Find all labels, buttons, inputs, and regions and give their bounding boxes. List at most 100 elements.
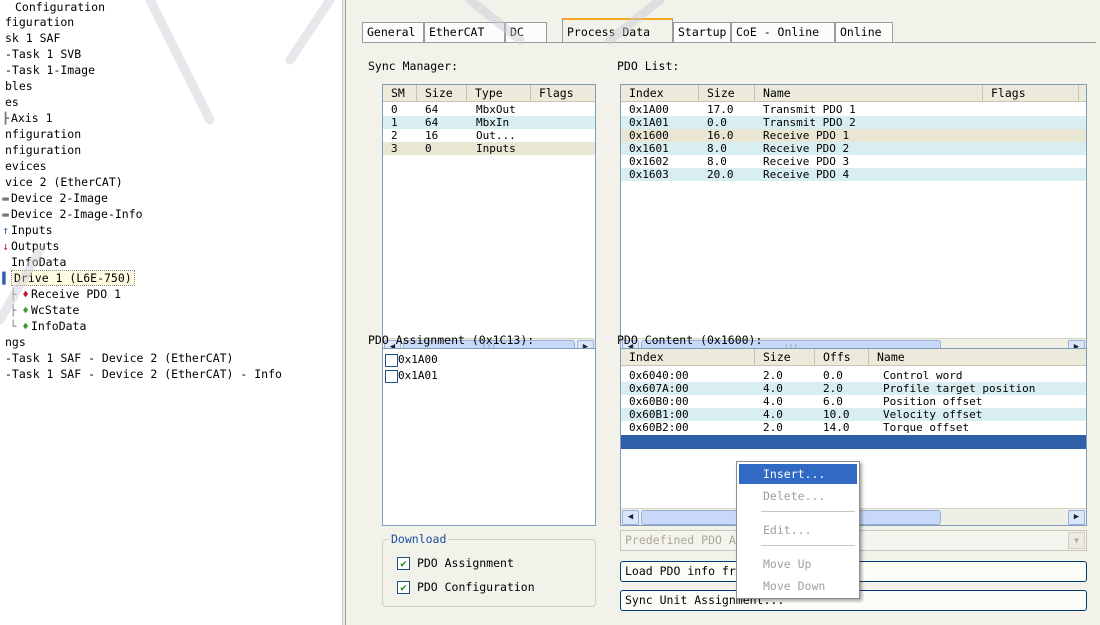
pdo-content-label: PDO Content (0x1600): xyxy=(617,333,763,347)
tree-item[interactable]: Configuration xyxy=(4,0,105,15)
table-row[interactable]: 0x60B0:00 4.0 6.0 Position offset xyxy=(621,395,1086,408)
tree-item[interactable]: -Task 1 SVB xyxy=(0,47,81,62)
pdo-assignment-label: PDO Assignment (0x1C13): xyxy=(368,333,535,347)
tree-item[interactable]: bles xyxy=(0,79,33,94)
table-row[interactable]: 0x1A00 17.0 Transmit PDO 1 xyxy=(621,103,1086,116)
col-size[interactable]: Size xyxy=(417,85,467,102)
checkbox-checked[interactable]: ✔ xyxy=(397,557,410,570)
tree-item[interactable]: figuration xyxy=(0,15,74,30)
device-properties-panel: General EtherCAT DC Process Data Startup… xyxy=(345,0,1100,625)
tree-item[interactable]: evices xyxy=(0,159,47,174)
col-name[interactable]: Name xyxy=(755,85,983,102)
menu-item-delete[interactable]: Delete... xyxy=(739,486,857,506)
col-sm[interactable]: SM xyxy=(383,85,417,102)
drive-icon: ▌ xyxy=(2,272,9,285)
pdo-list-header: Index Size Name Flags xyxy=(621,85,1086,102)
tab-general[interactable]: General xyxy=(362,22,424,42)
axis-icon: ┣ xyxy=(2,112,9,125)
tree-item[interactable]: nfiguration xyxy=(0,143,81,158)
tree-item[interactable]: es xyxy=(0,95,19,110)
tab-online[interactable]: Online xyxy=(835,22,893,42)
col-size[interactable]: Size xyxy=(699,85,755,102)
tree-item[interactable]: -Task 1 SAF - Device 2 (EtherCAT) - Info xyxy=(0,367,282,382)
tree-item[interactable]: InfoData xyxy=(0,255,66,270)
sync-manager-header: SM Size Type Flags xyxy=(383,85,595,102)
image-icon: ▬ xyxy=(2,192,9,205)
pdo-content-header: Index Size Offs Name xyxy=(621,349,1086,366)
table-row[interactable]: 0x607A:00 4.0 2.0 Profile target position xyxy=(621,382,1086,395)
tree-item[interactable]: ├ ♦ WcState xyxy=(6,303,80,318)
scroll-left-icon[interactable]: ◀ xyxy=(622,510,639,525)
col-size[interactable]: Size xyxy=(755,349,815,366)
chevron-down-icon[interactable]: ▼ xyxy=(1068,532,1085,549)
table-row[interactable]: 0x1A01 0.0 Transmit PDO 2 xyxy=(621,116,1086,129)
menu-item-insert[interactable]: Insert... xyxy=(739,464,857,484)
pdo-assignment-item[interactable]: 0x1A00 xyxy=(385,353,438,367)
tree-item-selected[interactable]: ▌ Drive 1 (L6E-750) xyxy=(0,270,135,286)
table-row[interactable]: 0x6040:00 2.0 0.0 Control word xyxy=(621,369,1086,382)
pdo-assignment-item[interactable]: 0x1A01 xyxy=(385,369,438,383)
tree-item[interactable]: ↓ Outputs xyxy=(0,239,59,254)
col-flags[interactable]: Flags xyxy=(983,85,1079,102)
table-row[interactable]: 0x1601 8.0 Receive PDO 2 xyxy=(621,142,1086,155)
col-index[interactable]: Index xyxy=(621,349,755,366)
tree-item[interactable]: -Task 1 SAF - Device 2 (EtherCAT) xyxy=(0,351,233,366)
checkbox[interactable] xyxy=(385,353,398,367)
col-index[interactable]: Index xyxy=(621,85,699,102)
tree-item[interactable]: ┣ Axis 1 xyxy=(0,111,52,126)
tree-item[interactable]: nfiguration xyxy=(0,127,81,142)
col-flags[interactable]: Flags xyxy=(531,85,595,102)
pdo-configuration-option[interactable]: ✔ PDO Configuration xyxy=(397,580,535,594)
tree-item[interactable]: ↑ Inputs xyxy=(0,223,52,238)
table-row[interactable]: 2 16 Out... xyxy=(383,129,595,142)
tab-coe-online[interactable]: CoE - Online xyxy=(731,22,835,42)
table-row[interactable]: 0x1602 8.0 Receive PDO 3 xyxy=(621,155,1086,168)
sync-manager-list[interactable]: SM Size Type Flags 0 64 MbxOut 1 64 MbxIn 21… xyxy=(382,84,596,356)
pdo-assignment-list[interactable]: 0x1A00 0x1A01 xyxy=(382,348,596,526)
tree-item[interactable]: -Task 1-Image xyxy=(0,63,95,78)
download-group-title: Download xyxy=(389,532,449,546)
tab-startup[interactable]: Startup xyxy=(673,22,731,42)
inputs-icon: ↑ xyxy=(2,224,9,237)
tree-item[interactable]: └ ♦ InfoData xyxy=(6,319,87,334)
image-icon: ▬ xyxy=(2,208,9,221)
tree-item[interactable]: sk 1 SAF xyxy=(0,31,60,46)
solution-tree[interactable]: Configuration figuration sk 1 SAF -Task … xyxy=(0,0,342,625)
menu-separator xyxy=(761,511,855,512)
col-offs[interactable]: Offs xyxy=(815,349,869,366)
col-name[interactable]: Name xyxy=(869,349,1086,366)
table-row[interactable]: 0x60B1:00 4.0 10.0 Velocity offset xyxy=(621,408,1086,421)
tree-item[interactable]: ngs xyxy=(0,335,26,350)
table-row[interactable]: 0x60B2:00 2.0 14.0 Torque offset xyxy=(621,421,1086,434)
info-icon: ♦ xyxy=(22,320,29,333)
table-row[interactable]: 0x1603 20.0 Receive PDO 4 xyxy=(621,168,1086,181)
table-row[interactable]: 0 64 MbxOut xyxy=(383,103,595,116)
tree-item[interactable]: ▬ Device 2-Image xyxy=(0,191,108,206)
scroll-right-icon[interactable]: ▶ xyxy=(1068,510,1085,525)
menu-item-move-up[interactable]: Move Up xyxy=(739,554,857,574)
wcstate-icon: ♦ xyxy=(22,304,29,317)
menu-item-move-down[interactable]: Move Down xyxy=(739,576,857,596)
pdo-assignment-option[interactable]: ✔ PDO Assignment xyxy=(397,556,514,570)
tree-connector-icon: ├ xyxy=(9,288,17,301)
tab-ethercat[interactable]: EtherCAT xyxy=(424,22,505,42)
tree-item[interactable]: vice 2 (EtherCAT) xyxy=(0,175,123,190)
table-row-selected[interactable]: 3 0 Inputs xyxy=(383,142,595,155)
tree-item[interactable]: ▬ Device 2-Image-Info xyxy=(0,207,142,222)
tree-item[interactable]: ├ ♦ Receive PDO 1 xyxy=(6,287,121,302)
table-row[interactable]: 1 64 MbxIn xyxy=(383,116,595,129)
sync-manager-label: Sync Manager: xyxy=(368,59,459,73)
process-data-tab-body: Sync Manager: SM Size Type Flags 0 64 MbxO… xyxy=(362,42,1096,625)
pdo-list[interactable]: Index Size Name Flags 0x1A00 17.0 Transmit… xyxy=(620,84,1087,356)
menu-separator xyxy=(761,545,855,546)
tree-connector-icon: └ xyxy=(9,320,17,333)
checkbox[interactable] xyxy=(385,369,398,383)
table-row-selected[interactable] xyxy=(621,435,1086,449)
tab-dc[interactable]: DC xyxy=(505,22,547,42)
menu-item-edit[interactable]: Edit... xyxy=(739,520,857,540)
tab-process-data[interactable]: Process Data xyxy=(562,18,673,42)
table-row-selected[interactable]: 0x1600 16.0 Receive PDO 1 xyxy=(621,129,1086,142)
checkbox-checked[interactable]: ✔ xyxy=(397,581,410,594)
tree-connector-icon: ├ xyxy=(9,304,17,317)
col-type[interactable]: Type xyxy=(467,85,531,102)
